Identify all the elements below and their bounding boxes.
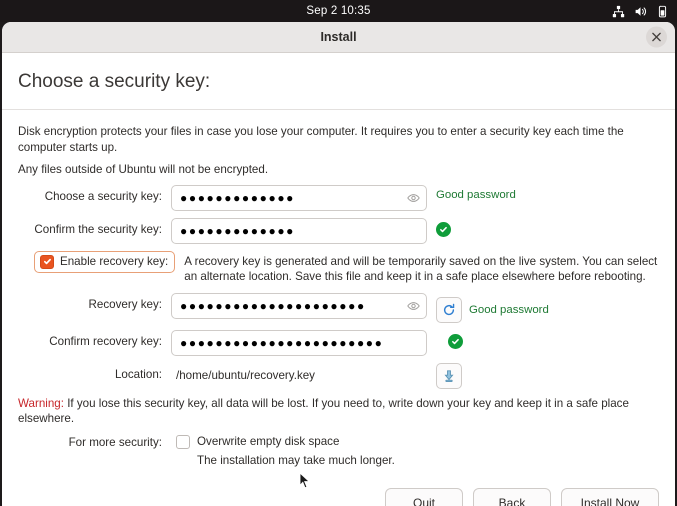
security-key-value: ●●●●●●●●●●●●● <box>180 192 295 204</box>
page-title: Choose a security key: <box>18 71 659 93</box>
confirm-key-label: Confirm the security key: <box>18 218 171 236</box>
close-window-button[interactable] <box>646 27 667 48</box>
warning-body: If you lose this security key, all data … <box>18 397 629 426</box>
regenerate-recovery-key-button[interactable] <box>436 297 462 323</box>
more-security-options: Overwrite empty disk space The installat… <box>171 435 395 467</box>
security-key-status-text: Good password <box>436 189 516 201</box>
close-icon <box>652 33 661 42</box>
overwrite-disk-label: Overwrite empty disk space <box>197 435 339 448</box>
checkmark-icon <box>436 222 451 237</box>
more-security-label: For more security: <box>18 435 171 449</box>
recovery-key-value: ●●●●●●●●●●●●●●●●●●●●● <box>180 300 366 312</box>
window-title: Install <box>320 30 356 44</box>
system-tray <box>612 0 669 22</box>
confirm-key-input[interactable]: ●●●●●●●●●●●●● <box>171 218 427 244</box>
security-key-label: Choose a security key: <box>18 185 171 203</box>
location-row: Location: /home/ubuntu/recovery.key <box>18 363 659 389</box>
security-key-input[interactable]: ●●●●●●●●●●●●● <box>171 185 427 211</box>
battery-icon[interactable] <box>656 5 669 18</box>
enable-recovery-checkbox[interactable]: Enable recovery key: <box>34 251 175 273</box>
checkmark-icon <box>448 334 463 349</box>
enable-recovery-row: Enable recovery key: A recovery key is g… <box>18 251 659 285</box>
recovery-description: A recovery key is generated and will be … <box>184 251 659 285</box>
show-recovery-key-icon[interactable] <box>407 299 420 312</box>
download-icon <box>442 369 456 383</box>
confirm-recovery-key-value: ●●●●●●●●●●●●●●●●●●●●●●● <box>180 337 384 349</box>
overwrite-disk-checkbox[interactable]: Overwrite empty disk space <box>176 435 395 449</box>
window-titlebar: Install <box>2 22 675 53</box>
confirm-key-row: Confirm the security key: ●●●●●●●●●●●●● <box>18 218 659 244</box>
location-value: /home/ubuntu/recovery.key <box>171 363 427 389</box>
confirm-key-status <box>427 218 451 237</box>
confirm-recovery-key-label: Confirm recovery key: <box>18 330 171 348</box>
install-window: Install Choose a security key: Disk encr… <box>2 22 675 506</box>
recovery-key-row: Recovery key: ●●●●●●●●●●●●●●●●●●●●● <box>18 293 659 323</box>
warning-keyword: Warning: <box>18 397 64 410</box>
back-button[interactable]: Back <box>473 488 551 506</box>
recovery-key-input[interactable]: ●●●●●●●●●●●●●●●●●●●●● <box>171 293 427 319</box>
save-recovery-key-button[interactable] <box>436 363 462 389</box>
confirm-recovery-key-row: Confirm recovery key: ●●●●●●●●●●●●●●●●●●… <box>18 330 659 356</box>
volume-icon[interactable] <box>634 5 647 18</box>
overwrite-disk-note: The installation may take much longer. <box>176 454 395 467</box>
refresh-icon <box>442 303 456 317</box>
confirm-key-value: ●●●●●●●●●●●●● <box>180 225 295 237</box>
recovery-key-status-text: Good password <box>469 304 549 316</box>
intro-paragraph-1: Disk encryption protects your files in c… <box>18 124 659 155</box>
page-content: Disk encryption protects your files in c… <box>2 110 675 467</box>
intro-paragraph-2: Any files outside of Ubuntu will not be … <box>18 162 659 178</box>
system-top-bar: Sep 2 10:35 <box>0 0 677 22</box>
network-icon[interactable] <box>612 5 625 18</box>
security-key-status: Good password <box>427 185 516 201</box>
show-password-icon[interactable] <box>407 191 420 204</box>
security-key-row: Choose a security key: ●●●●●●●●●●●●● Goo… <box>18 185 659 211</box>
enable-recovery-label: Enable recovery key: <box>60 255 168 268</box>
more-security-row: For more security: Overwrite empty disk … <box>18 435 659 467</box>
install-now-button[interactable]: Install Now <box>561 488 659 506</box>
confirm-recovery-key-input[interactable]: ●●●●●●●●●●●●●●●●●●●●●●● <box>171 330 427 356</box>
recovery-key-status: Good password <box>427 293 549 323</box>
dialog-footer: Quit Back Install Now <box>2 488 675 506</box>
warning-text: Warning: If you lose this security key, … <box>18 396 648 427</box>
confirm-recovery-key-status <box>427 330 463 349</box>
system-clock[interactable]: Sep 2 10:35 <box>306 5 370 17</box>
location-label: Location: <box>18 363 171 381</box>
location-actions <box>427 363 462 389</box>
checkbox-unchecked-icon <box>176 435 190 449</box>
recovery-key-label: Recovery key: <box>18 293 171 311</box>
checkbox-checked-icon <box>40 255 54 269</box>
quit-button[interactable]: Quit <box>385 488 463 506</box>
page-header: Choose a security key: <box>2 53 675 110</box>
